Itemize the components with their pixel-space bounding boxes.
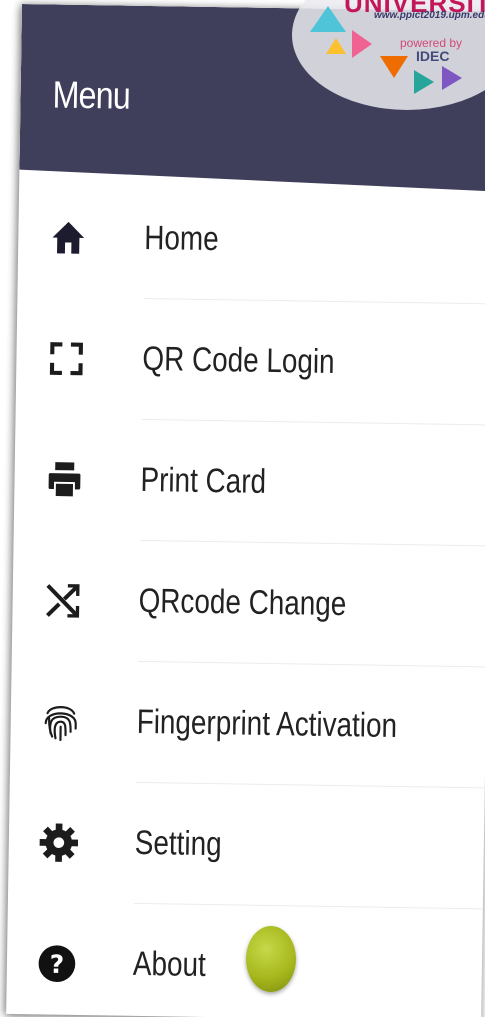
watermark-brand: IDEC	[416, 48, 450, 64]
menu-item-label: Fingerprint Activation	[136, 702, 398, 745]
phone-screen: Menu Home QR Code Login Print Card QRcod…	[6, 4, 485, 1017]
menu-item-about[interactable]: ? About	[6, 902, 483, 1017]
menu-list: Home QR Code Login Print Card QRcode Cha…	[6, 176, 485, 1017]
menu-title: Menu	[52, 74, 131, 118]
triangle-shape	[310, 6, 346, 32]
menu-item-setting[interactable]: Setting	[8, 781, 485, 910]
menu-item-label: QRcode Change	[138, 581, 347, 624]
menu-item-qr-code-login[interactable]: QR Code Login	[15, 297, 485, 426]
triangle-shape	[352, 30, 372, 58]
gear-icon	[39, 822, 80, 863]
menu-item-label: Home	[144, 218, 220, 259]
triangle-shape	[442, 66, 462, 90]
shuffle-icon	[42, 580, 83, 621]
menu-item-print-card[interactable]: Print Card	[14, 418, 485, 547]
menu-item-label: QR Code Login	[142, 339, 335, 381]
scan-frame-icon	[46, 338, 87, 379]
svg-text:?: ?	[49, 949, 64, 978]
menu-item-label: About	[132, 944, 207, 985]
printer-icon	[44, 459, 85, 500]
menu-item-fingerprint-activation[interactable]: Fingerprint Activation	[10, 660, 485, 789]
fingerprint-icon	[40, 701, 81, 742]
menu-item-label: Setting	[134, 823, 222, 864]
watermark-url: www.ppict2019.upm.edu	[374, 10, 485, 21]
menu-item-home[interactable]: Home	[17, 176, 485, 305]
help-circle-icon: ?	[37, 943, 78, 984]
touch-indicator-dot	[246, 926, 296, 992]
triangle-shape	[414, 70, 434, 94]
menu-item-label: Print Card	[140, 460, 267, 501]
home-icon	[48, 217, 89, 258]
triangle-shape	[326, 38, 346, 54]
page: Menu Home QR Code Login Print Card QRcod…	[0, 0, 485, 1017]
triangle-shape	[380, 56, 408, 78]
menu-item-qrcode-change[interactable]: QRcode Change	[12, 539, 485, 668]
